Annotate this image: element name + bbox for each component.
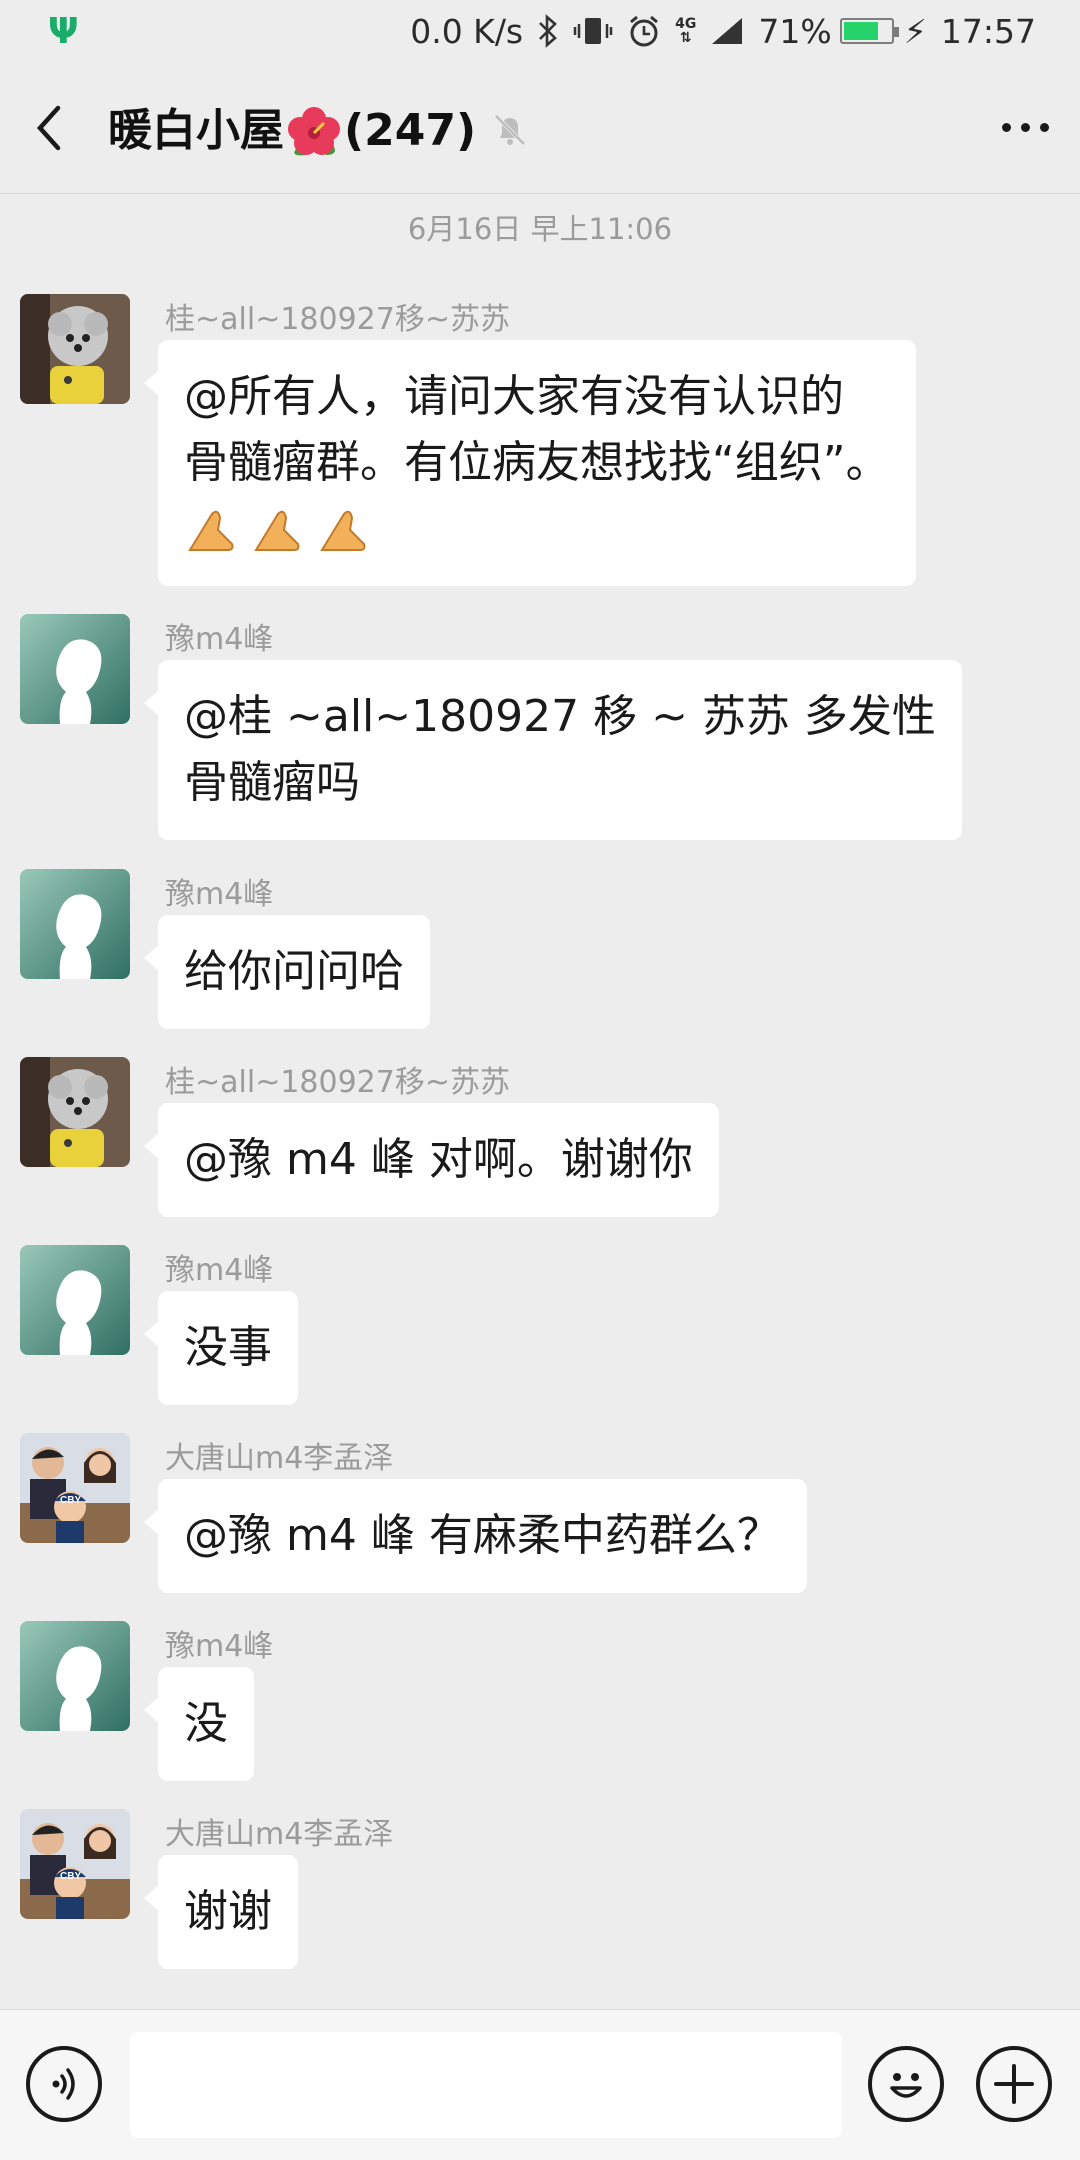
svg-text:CBY: CBY — [60, 1495, 81, 1506]
pray-hands-emoji — [184, 504, 370, 558]
member-count: (247) — [344, 105, 477, 156]
chat-title: 暖白小屋 (247) — [108, 94, 476, 161]
message-bubble[interactable]: 没 — [144, 1667, 254, 1781]
emoji-button[interactable] — [868, 2046, 944, 2122]
message-text: 骨髓瘤群。有位病友想找找“组织”。 — [184, 437, 890, 488]
message-bubble[interactable]: @豫 m4 峰 有麻柔中药群么？ — [144, 1479, 807, 1593]
avatar[interactable]: CBY — [20, 1809, 130, 1919]
more-button[interactable] — [970, 62, 1080, 194]
more-dots-icon — [1001, 123, 1011, 132]
avatar[interactable] — [20, 869, 130, 979]
message-text: @豫 m4 峰 对啊。谢谢你 — [184, 1134, 693, 1185]
message-bubble[interactable]: @桂 ~all~180927 移 ~ 苏苏 多发性 骨髓瘤吗 — [144, 660, 962, 840]
message-text: @桂 ~all~180927 移 ~ 苏苏 多发性 — [184, 691, 936, 742]
bell-muted-icon — [494, 114, 526, 145]
message-text: @豫 m4 峰 有麻柔中药群么？ — [184, 1510, 781, 1561]
message-text: 给你问问哈 — [184, 946, 404, 997]
sender-name: 桂~all~180927移~苏苏 — [165, 1065, 510, 1100]
more-dot — [1020, 123, 1030, 132]
clock: 17:57 — [940, 11, 1036, 51]
avatar[interactable] — [20, 1621, 130, 1731]
usb-icon: Ψ — [48, 10, 79, 52]
more-features-button[interactable] — [976, 2046, 1052, 2122]
message-text: 没事 — [184, 1322, 272, 1373]
message-bubble[interactable]: 没事 — [144, 1291, 298, 1405]
voice-icon — [52, 2068, 75, 2100]
sender-name: 大唐山m4李孟泽 — [165, 1817, 394, 1852]
emoji-icon — [890, 2073, 922, 2098]
avatar[interactable]: CBY — [20, 1433, 130, 1543]
battery-icon — [839, 18, 899, 44]
battery-percent: 71% — [758, 11, 832, 51]
sender-name: 豫m4峰 — [165, 622, 274, 657]
sender-name: 大唐山m4李孟泽 — [165, 1441, 394, 1476]
charging-icon: ⚡ — [903, 11, 927, 51]
input-bar — [0, 2009, 1080, 2160]
signal-icon — [710, 16, 744, 46]
chevron-left-icon — [36, 105, 61, 150]
more-dot — [1039, 123, 1049, 132]
plus-icon — [994, 2064, 1034, 2104]
message-timestamp: 6月16日 早上11:06 — [407, 212, 673, 246]
sender-name: 桂~all~180927移~苏苏 — [165, 302, 510, 337]
sender-name: 豫m4峰 — [165, 1629, 274, 1664]
svg-text:CBY: CBY — [60, 1871, 81, 1882]
message-list[interactable]: 6月16日 早上11:06 桂~all~180927移~苏苏 @所有人，请问大家… — [0, 194, 1080, 2009]
message-text: 谢谢 — [184, 1886, 272, 1937]
chat-header: 暖白小屋 (247) — [0, 62, 1080, 194]
avatar[interactable] — [20, 1245, 130, 1355]
sender-name: 豫m4峰 — [165, 877, 274, 912]
message-text: @所有人，请问大家有没有认识的 — [184, 371, 844, 422]
bluetooth-icon — [537, 14, 559, 48]
network-speed: 0.0 K/s — [410, 11, 524, 51]
chat-title-name: 暖白小屋 — [108, 105, 284, 156]
message-input[interactable] — [130, 2032, 842, 2138]
message-bubble[interactable]: 谢谢 — [144, 1855, 298, 1969]
vibrate-icon — [573, 16, 613, 46]
message-bubble[interactable]: @豫 m4 峰 对啊。谢谢你 — [144, 1103, 719, 1217]
alarm-icon — [627, 14, 661, 48]
message-text: 骨髓瘤吗 — [184, 757, 360, 808]
network-type-icon: 4G ⇅ — [675, 16, 697, 46]
hibiscus-icon — [286, 105, 342, 161]
voice-button[interactable] — [26, 2046, 102, 2122]
sender-name: 豫m4峰 — [165, 1253, 274, 1288]
avatar[interactable] — [20, 294, 130, 404]
message-bubble[interactable]: 给你问问哈 — [144, 915, 430, 1029]
avatar[interactable] — [20, 1057, 130, 1167]
back-button[interactable] — [0, 62, 100, 194]
status-bar: Ψ 0.0 K/s 4G ⇅ 71% ⚡ 17:57 — [0, 0, 1080, 62]
message-bubble[interactable]: @所有人，请问大家有没有认识的 骨髓瘤群。有位病友想找找“组织”。 — [144, 340, 916, 586]
avatar[interactable] — [20, 614, 130, 724]
message-text: 没 — [184, 1698, 228, 1749]
